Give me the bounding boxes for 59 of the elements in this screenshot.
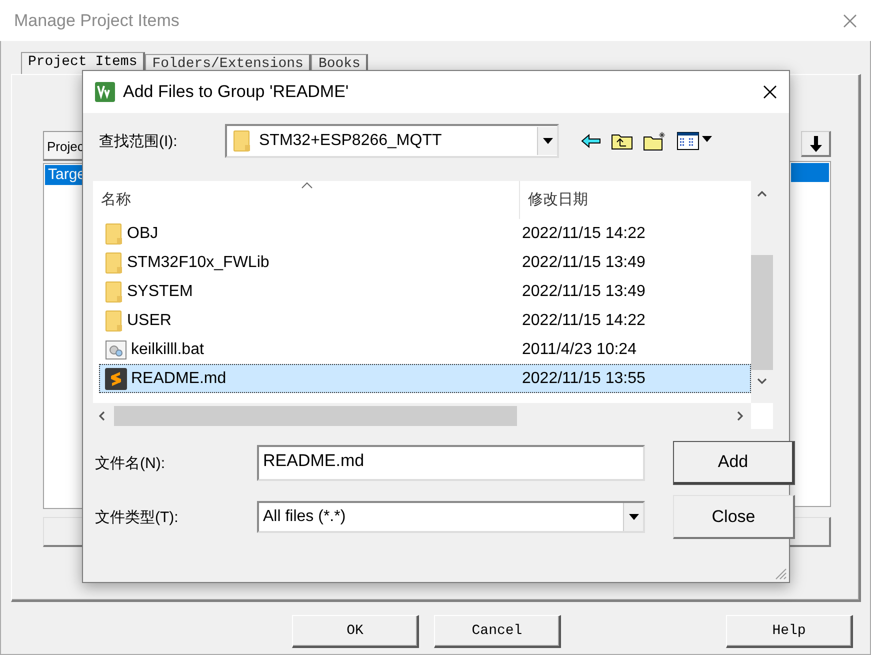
file-date: 2022/11/15 13:49 bbox=[521, 254, 646, 272]
scroll-down-icon[interactable] bbox=[757, 378, 767, 384]
file-name: USER bbox=[127, 312, 172, 330]
close-button[interactable]: Close bbox=[673, 495, 795, 539]
dropdown-arrow-icon[interactable] bbox=[628, 514, 638, 520]
app-icon bbox=[95, 82, 115, 102]
folder-icon bbox=[105, 222, 123, 244]
scroll-left-icon[interactable] bbox=[99, 411, 105, 421]
file-name: OBJ bbox=[127, 224, 158, 242]
field-label: 文件类型(T): bbox=[95, 508, 180, 526]
file-date: 2011/4/23 10:24 bbox=[521, 340, 638, 358]
file-date: 2022/11/15 14:22 bbox=[521, 224, 646, 242]
file-date: 2022/11/15 14:22 bbox=[521, 312, 646, 330]
file-name: keilkilll.bat bbox=[131, 340, 204, 358]
add-button[interactable]: Add bbox=[673, 441, 795, 485]
gear-file-icon bbox=[105, 340, 127, 360]
window-title: Manage Project Items bbox=[14, 10, 180, 30]
document-icon bbox=[105, 368, 127, 390]
sort-caret-icon bbox=[301, 182, 313, 189]
dialog-button[interactable]: Cancel bbox=[434, 614, 561, 648]
file-row[interactable]: STM32F10x_FWLib 2022/11/15 13:49 bbox=[99, 248, 751, 277]
file-type-dropdown[interactable]: All files (*.*) bbox=[257, 501, 645, 533]
scroll-right-icon[interactable] bbox=[737, 411, 743, 421]
field-label: 文件名(N): bbox=[95, 454, 166, 472]
dialog-button[interactable]: OK bbox=[292, 614, 419, 648]
folder-icon bbox=[105, 280, 123, 302]
folder-icon bbox=[233, 130, 251, 152]
file-name: SYSTEM bbox=[127, 282, 193, 300]
file-row[interactable]: OBJ 2022/11/15 14:22 bbox=[99, 219, 751, 248]
folder-icon bbox=[105, 310, 123, 332]
dropdown-arrow-icon[interactable] bbox=[542, 138, 552, 144]
file-row[interactable]: SYSTEM 2022/11/15 13:49 bbox=[99, 277, 751, 306]
file-name-field[interactable]: README.md bbox=[257, 445, 645, 481]
vertical-scrollbar[interactable] bbox=[751, 181, 773, 403]
dialog-button[interactable]: Help bbox=[726, 614, 853, 648]
dialog-title: Add Files to Group 'README' bbox=[123, 82, 350, 102]
file-row[interactable]: README.md 2022/11/15 13:55 bbox=[99, 364, 751, 393]
scroll-up-icon[interactable] bbox=[757, 191, 767, 197]
close-icon[interactable] bbox=[763, 85, 777, 99]
file-name: README.md bbox=[131, 370, 226, 388]
column-header[interactable]: 修改日期 bbox=[519, 181, 747, 219]
tab[interactable]: Project Items bbox=[21, 52, 146, 74]
column-header[interactable]: 名称 bbox=[93, 181, 519, 219]
file-name: STM32F10x_FWLib bbox=[127, 254, 270, 272]
location-dropdown[interactable]: STM32+ESP8266_MQTT bbox=[225, 124, 559, 158]
file-row[interactable]: keilkilll.bat 2011/4/23 10:24 bbox=[99, 335, 751, 364]
resize-grip-icon[interactable] bbox=[773, 566, 787, 580]
new-folder-icon[interactable] bbox=[643, 131, 667, 151]
file-date: 2022/11/15 13:49 bbox=[521, 282, 646, 300]
move-down-button[interactable] bbox=[801, 131, 831, 157]
horizontal-scrollbar[interactable] bbox=[93, 403, 751, 429]
folder-icon bbox=[105, 252, 123, 274]
view-menu-icon[interactable] bbox=[677, 132, 713, 150]
field-label: 查找范围(I): bbox=[99, 132, 178, 150]
file-row[interactable]: USER 2022/11/15 14:22 bbox=[99, 306, 751, 335]
up-folder-icon[interactable] bbox=[611, 132, 633, 150]
back-arrow-icon[interactable] bbox=[581, 134, 601, 148]
file-date: 2022/11/15 13:55 bbox=[521, 370, 646, 388]
down-arrow-icon bbox=[808, 136, 822, 152]
